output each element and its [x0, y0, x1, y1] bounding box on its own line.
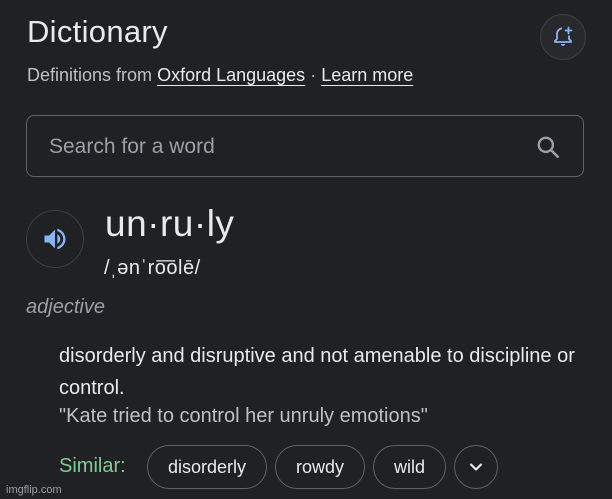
search-icon[interactable]	[535, 134, 561, 160]
page-title: Dictionary	[27, 14, 168, 49]
chevron-down-icon	[469, 463, 483, 471]
dictionary-panel: Dictionary Definitions from Oxford Langu…	[0, 0, 612, 499]
learn-more-link[interactable]: Learn more	[321, 65, 413, 85]
notification-bell-button[interactable]	[540, 14, 586, 60]
expand-similar-button[interactable]	[454, 445, 499, 489]
bell-plus-icon	[554, 26, 573, 46]
example-sentence: "Kate tried to control her unruly emotio…	[59, 405, 428, 427]
oxford-languages-link[interactable]: Oxford Languages	[157, 65, 305, 85]
speaker-icon	[44, 228, 66, 250]
search-input[interactable]	[47, 128, 521, 166]
similar-label: Similar:	[59, 455, 126, 477]
source-prefix: Definitions from	[27, 65, 153, 85]
part-of-speech: adjective	[26, 296, 105, 318]
definition-text: disorderly and disruptive and not amenab…	[59, 345, 575, 399]
similar-words: disorderly rowdy wild	[147, 445, 499, 489]
headword: un·ru·ly	[105, 203, 235, 244]
pronunciation-button[interactable]	[26, 210, 84, 268]
imgflip-watermark: imgflip.com	[6, 484, 62, 496]
word-search-box[interactable]	[26, 115, 584, 177]
similar-chip-wild[interactable]: wild	[373, 445, 447, 489]
phonetic-spelling: /ˌənˈro͞olē/	[104, 257, 201, 279]
source-line: Definitions from Oxford Languages · Lear…	[27, 65, 413, 86]
separator-dot: ·	[310, 65, 317, 85]
similar-chip-rowdy[interactable]: rowdy	[275, 445, 366, 489]
similar-chip-disorderly[interactable]: disorderly	[147, 445, 268, 489]
